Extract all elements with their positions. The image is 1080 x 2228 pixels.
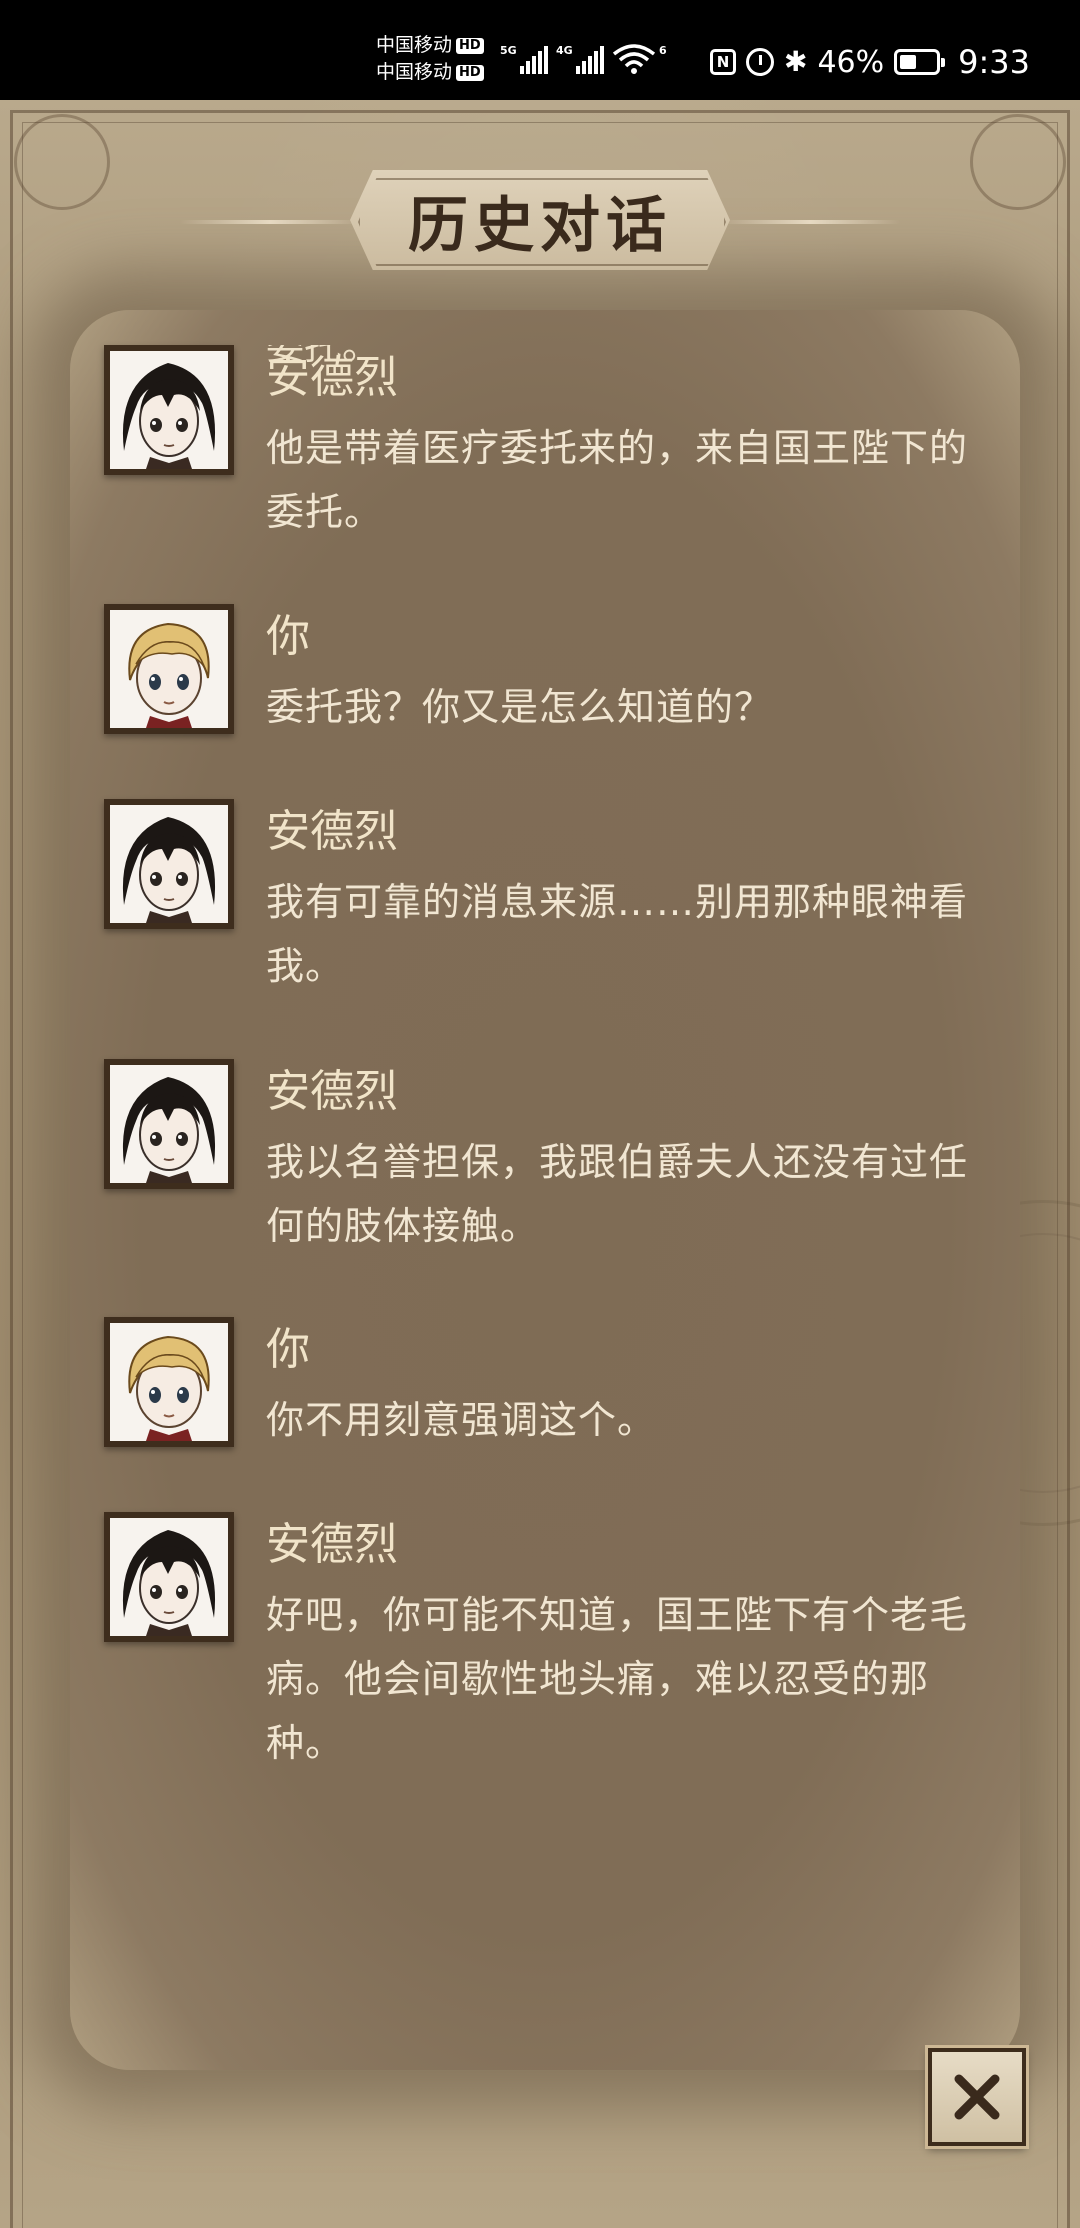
net-type-4g: 4G [556, 44, 573, 57]
avatar-player [104, 604, 234, 734]
close-button[interactable] [928, 2048, 1026, 2146]
avatar-andrei [104, 1059, 234, 1189]
avatar-andrei [104, 1512, 234, 1642]
blond-man-portrait-icon [110, 1323, 228, 1441]
alarm-icon [746, 48, 774, 76]
close-x-icon [954, 2074, 1000, 2120]
blond-man-portrait-icon [110, 610, 228, 728]
dialog-line: 我有可靠的消息来源……别用那种眼神看我。 [266, 880, 969, 988]
carrier-2-label: 中国移动 [376, 61, 453, 83]
dialog-line: 好吧，你可能不知道，国王陛下有个老毛病。他会间歇性地头痛，难以忍受的那种。 [266, 1593, 969, 1765]
signal-4g-icon: 4G [556, 44, 604, 74]
dark-haired-man-portrait-icon [110, 1518, 228, 1636]
battery-icon [894, 49, 946, 75]
status-icons: N ✱ 46% 9:33 [710, 43, 1031, 81]
nfc-icon: N [710, 49, 736, 75]
avatar-andrei [104, 799, 234, 929]
speaker-name: 你 [266, 1324, 310, 1375]
dark-haired-man-portrait-icon [110, 1065, 228, 1183]
signal-5g-icon: 5G [500, 44, 548, 74]
dark-haired-man-portrait-icon [110, 351, 228, 469]
dialog-list[interactable]: 委托。 安德烈 他是带着医疗委托来的，来自国王陛下的委托。你委托我？你又是怎么知道… [0, 100, 1080, 2228]
hd-badge: HD [456, 37, 484, 54]
speaker-name: 安德烈 [266, 1519, 398, 1570]
battery-percent: 46% [817, 44, 885, 80]
dialog-line: 委托我？你又是怎么知道的？ [266, 685, 774, 729]
dialog-line: 我以名誉担保，我跟伯爵夫人还没有过任何的肢体接触。 [266, 1140, 969, 1248]
dialog-line: 你不用刻意强调这个。 [266, 1398, 657, 1442]
dialog-line: 他是带着医疗委托来的，来自国王陛下的委托。 [266, 426, 969, 534]
speaker-name: 安德烈 [266, 806, 398, 857]
wifi-icon: 6 [612, 44, 667, 74]
avatar-player [104, 1317, 234, 1447]
speaker-name: 你 [266, 611, 310, 662]
carrier-info: 中国移动 HD 中国移动 HD [376, 32, 484, 86]
net-type-5g: 5G [500, 44, 517, 57]
clock: 9:33 [958, 43, 1031, 81]
battery-level-fill [900, 55, 917, 69]
speaker-name: 安德烈 [266, 1066, 398, 1117]
status-bar: 中国移动 HD 中国移动 HD 5G 4G 6 N ✱ 46% 9:33 [0, 0, 1080, 100]
dark-haired-man-portrait-icon [110, 805, 228, 923]
wifi-6-label: 6 [659, 44, 667, 57]
history-dialog-panel: 历史对话 委托。 安德烈 他是带着医疗委托来的，来自国王陛下的委托。你委托我？你又… [0, 100, 1080, 2228]
bluetooth-icon: ✱ [784, 45, 808, 78]
hd-badge: HD [456, 64, 484, 81]
speaker-name: 安德烈 [266, 352, 398, 403]
avatar-andrei [104, 345, 234, 475]
carrier-1-label: 中国移动 [376, 34, 453, 56]
